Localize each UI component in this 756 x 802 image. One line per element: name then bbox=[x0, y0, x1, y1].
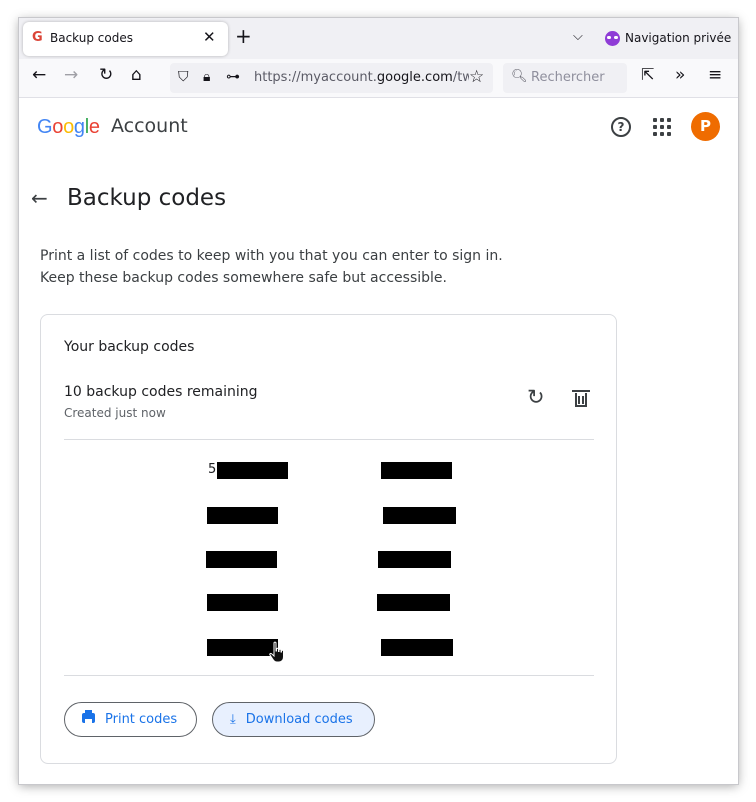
printer-icon bbox=[82, 710, 95, 727]
created-label: Created just now bbox=[64, 406, 166, 420]
logo-letter: G bbox=[37, 116, 53, 138]
google-favicon-icon: G bbox=[32, 30, 43, 45]
divider bbox=[64, 675, 594, 676]
search-icon: 🔍︎ bbox=[511, 69, 528, 84]
home-icon[interactable]: ⌂ bbox=[131, 65, 142, 85]
backup-code bbox=[383, 507, 456, 524]
page-title: Backup codes bbox=[67, 185, 227, 211]
card-title: Your backup codes bbox=[64, 339, 195, 355]
google-account-header: Google Account ? P bbox=[19, 98, 738, 158]
private-browsing-icon bbox=[605, 31, 620, 46]
print-codes-label: Print codes bbox=[105, 712, 178, 727]
download-codes-button[interactable]: ⤓ Download codes bbox=[212, 702, 375, 737]
share-icon[interactable]: ⇱ bbox=[641, 65, 654, 84]
shield-icon[interactable]: ⛉ bbox=[178, 69, 189, 85]
search-placeholder: Rechercher bbox=[531, 70, 605, 85]
forward-icon[interactable]: → bbox=[64, 65, 78, 85]
key-icon[interactable]: ⊶ bbox=[226, 69, 240, 85]
url-bar[interactable]: ⛉ 🔒︎ ⊶ https://myaccount.google.com/two … bbox=[170, 63, 493, 93]
back-arrow-icon[interactable]: ← bbox=[31, 186, 48, 210]
hand-cursor-icon bbox=[269, 641, 284, 663]
logo-letter: e bbox=[88, 116, 100, 138]
reload-icon[interactable]: ↻ bbox=[99, 65, 113, 85]
bookmark-star-icon[interactable]: ☆ bbox=[469, 67, 484, 87]
navigation-toolbar: ← → ↻ ⌂ ⛉ 🔒︎ ⊶ https://myaccount.google.… bbox=[19, 59, 738, 98]
tab-strip: G Backup codes ✕ + ⌵ Navigation privée bbox=[19, 18, 738, 59]
divider bbox=[64, 439, 594, 440]
backup-code bbox=[206, 551, 277, 568]
logo-letter: g bbox=[73, 116, 85, 138]
url-text[interactable]: https://myaccount.google.com/two bbox=[254, 70, 469, 85]
page-description: Print a list of codes to keep with you t… bbox=[40, 248, 503, 286]
backup-code bbox=[381, 462, 452, 479]
tab-title: Backup codes bbox=[50, 31, 133, 45]
backup-code: 5 bbox=[208, 462, 288, 479]
backup-code bbox=[381, 639, 453, 656]
logo-letter: o bbox=[52, 116, 64, 138]
tab-close-icon[interactable]: ✕ bbox=[203, 28, 216, 46]
back-icon[interactable]: ← bbox=[32, 65, 46, 85]
google-logo[interactable]: Google bbox=[37, 114, 100, 139]
apps-grid-icon[interactable] bbox=[653, 118, 671, 136]
search-bar[interactable]: 🔍︎ Rechercher bbox=[503, 63, 627, 93]
avatar[interactable]: P bbox=[691, 112, 720, 141]
download-icon: ⤓ bbox=[230, 712, 236, 727]
overflow-chevrons-icon[interactable]: » bbox=[675, 65, 685, 85]
backup-code bbox=[207, 507, 278, 524]
account-wordmark[interactable]: Account bbox=[111, 115, 188, 137]
tab-backup-codes[interactable]: G Backup codes ✕ bbox=[23, 22, 228, 56]
refresh-icon[interactable]: ↻ bbox=[527, 385, 545, 409]
new-tab-icon[interactable]: + bbox=[235, 24, 252, 48]
chevron-down-icon[interactable]: ⌵ bbox=[573, 29, 583, 44]
lock-icon[interactable]: 🔒︎ bbox=[203, 69, 210, 85]
backup-code bbox=[378, 551, 451, 568]
page-content: Google Account ? P ← Backup codes Print … bbox=[19, 98, 738, 784]
download-codes-label: Download codes bbox=[245, 712, 353, 727]
backup-code bbox=[207, 594, 278, 611]
print-codes-button[interactable]: Print codes bbox=[64, 702, 197, 737]
private-browsing-label: Navigation privée bbox=[625, 31, 732, 45]
trash-icon[interactable] bbox=[572, 390, 590, 407]
backup-codes-card: Your backup codes 10 backup codes remain… bbox=[40, 314, 617, 764]
help-icon[interactable]: ? bbox=[611, 117, 631, 137]
logo-letter: o bbox=[63, 116, 74, 138]
browser-window: G Backup codes ✕ + ⌵ Navigation privée ←… bbox=[19, 18, 738, 784]
backup-code bbox=[377, 594, 450, 611]
menu-icon[interactable]: ≡ bbox=[708, 65, 722, 85]
codes-remaining: 10 backup codes remaining bbox=[64, 384, 258, 400]
